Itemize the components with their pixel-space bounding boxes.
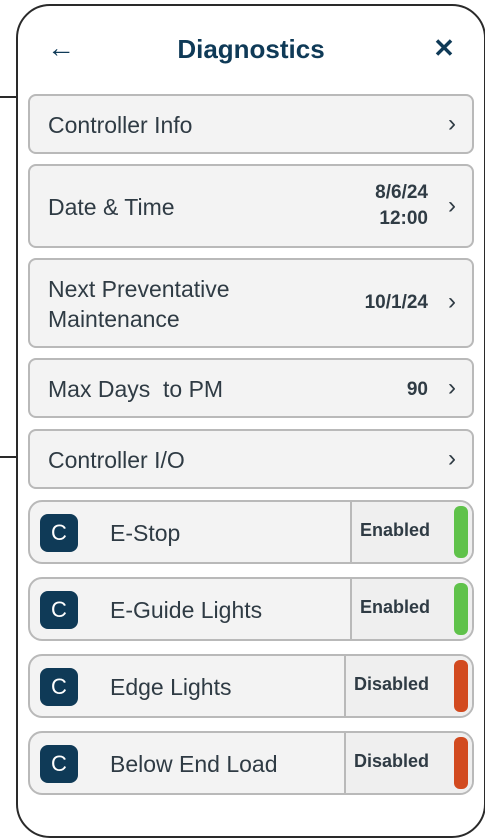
toggle-row-edge-lights: C Edge Lights Disabled	[28, 654, 474, 718]
status-toggle[interactable]: Disabled	[344, 656, 472, 716]
close-icon[interactable]: ✕	[428, 30, 460, 66]
device-frame: ← Diagnostics ✕ Controller Info › Date &…	[16, 4, 485, 838]
status-text: Disabled	[354, 674, 430, 694]
chevron-right-icon: ›	[448, 374, 456, 401]
row-controller-io[interactable]: Controller I/O ›	[28, 429, 474, 489]
category-badge: C	[40, 668, 78, 706]
status-indicator	[454, 660, 468, 712]
status-indicator	[454, 737, 468, 789]
status-toggle[interactable]: Disabled	[344, 733, 472, 793]
row-label: Max Days to PM	[48, 376, 224, 402]
chevron-right-icon: ›	[448, 445, 456, 472]
toggle-label: Below End Load	[110, 751, 278, 777]
page-title: Diagnostics	[177, 34, 325, 64]
row-controller-info[interactable]: Controller Info ›	[28, 94, 474, 154]
time-value: 12:00	[379, 208, 428, 229]
status-indicator	[454, 583, 468, 635]
toggle-label: E-Guide Lights	[110, 597, 263, 623]
category-badge: C	[40, 591, 78, 629]
row-label-line2: Maintenance	[48, 306, 180, 332]
toggle-row-below-end-load: C Below End Load Disabled	[28, 731, 474, 795]
status-toggle[interactable]: Enabled	[350, 502, 472, 562]
row-date-time[interactable]: Date & Time 8/6/24 12:00 ›	[28, 164, 474, 248]
toggle-label: Edge Lights	[110, 674, 232, 700]
row-label: Controller Info	[48, 112, 193, 138]
row-next-pm[interactable]: Next Preventative Maintenance 10/1/24 ›	[28, 258, 474, 348]
chevron-right-icon: ›	[448, 192, 456, 219]
max-days-value: 90	[406, 379, 428, 400]
row-label: Date & Time	[48, 194, 175, 220]
row-max-days[interactable]: Max Days to PM 90 ›	[28, 358, 474, 418]
row-label: Controller I/O	[48, 447, 185, 473]
status-toggle[interactable]: Enabled	[350, 579, 472, 639]
category-badge: C	[40, 514, 78, 552]
header: ← Diagnostics ✕	[18, 6, 484, 94]
toggle-label: E-Stop	[110, 520, 181, 546]
status-text: Disabled	[354, 751, 430, 771]
status-indicator	[454, 506, 468, 558]
toggle-row-e-stop: C E-Stop Enabled	[28, 500, 474, 564]
toggle-row-e-guide-lights: C E-Guide Lights Enabled	[28, 577, 474, 641]
status-text: Enabled	[360, 520, 431, 540]
next-pm-value: 10/1/24	[364, 292, 428, 313]
category-badge: C	[40, 745, 78, 783]
date-value: 8/6/24	[375, 182, 428, 203]
chevron-right-icon: ›	[448, 288, 456, 315]
row-label-line1: Next Preventative	[48, 276, 230, 302]
chevron-right-icon: ›	[448, 110, 456, 137]
status-text: Enabled	[360, 597, 431, 617]
